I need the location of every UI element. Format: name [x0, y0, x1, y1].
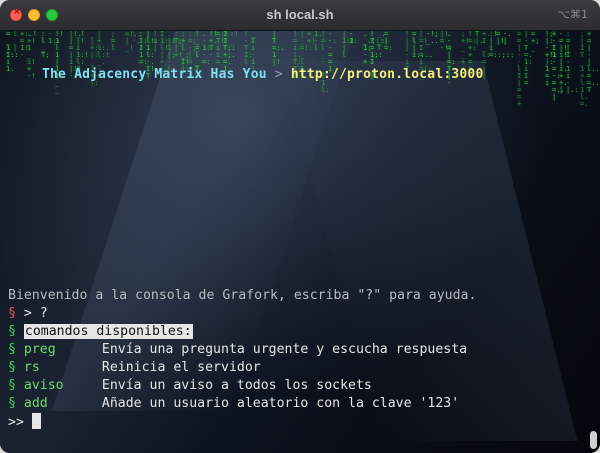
- matrix-rain-column: .-1:-=:: [202, 31, 211, 66]
- matrix-rain-column: ;=l: [111, 31, 116, 52]
- matrix-rain-column: =:!T!!ii=: [216, 31, 229, 66]
- matrix-rain-column: ==|--lI|==+: [517, 31, 522, 108]
- matrix-rain-column: =l|i::..: [412, 31, 434, 59]
- matrix-rain-column: !i|: [153, 31, 158, 52]
- banner-title: The Adjacency Matrix Has You: [42, 67, 267, 82]
- command-description: Añade un usuario aleatorio con la clave …: [101, 396, 460, 411]
- matrix-rain-column: +:.!=1!-: [20, 31, 37, 59]
- active-prompt: >>: [8, 415, 24, 430]
- command-name: rs: [23, 360, 40, 375]
- command-row: § rs Reinicia el servidor: [8, 359, 476, 377]
- matrix-rain-column: .+!1_i!+-!: [27, 31, 36, 80]
- commands-header-line: § comandos disponibles:: [8, 323, 476, 341]
- matrix-rain-column: :T;|+!: [174, 31, 183, 59]
- matrix-rain-column: |T=:.1|!: [272, 31, 285, 66]
- title-bar[interactable]: × sh local.sh ⌥⌘1: [0, 0, 600, 31]
- matrix-rain-column: l_|: [13, 31, 18, 52]
- matrix-rain-column: :!_: [230, 31, 239, 45]
- matrix-rain-column: :l_T;: [41, 31, 50, 59]
- matrix-rain-column: -1:: [349, 31, 358, 45]
- command-name: add: [23, 396, 48, 411]
- output-marker: §: [8, 342, 16, 357]
- matrix-rain-column: -1::: [48, 31, 61, 45]
- matrix-rain-column: +=|-|l..==..T: [587, 31, 600, 94]
- command-name: aviso: [23, 378, 64, 393]
- matrix-rain-column: :-.: [132, 31, 141, 45]
- scrollbar[interactable]: [590, 431, 597, 449]
- matrix-rain-column: ++!: [307, 31, 316, 45]
- command-description: Reinicia el servidor: [101, 360, 261, 375]
- matrix-rain-column: |1:!|l: [342, 31, 355, 59]
- banner-separator: >: [266, 67, 291, 82]
- matrix-rain-column: -!;_..: [426, 31, 439, 45]
- matrix-rain-column: +-I1-=-:==..|: [552, 31, 565, 101]
- matrix-rain-column: |-T=.1:iI=: [524, 31, 533, 87]
- matrix-rain-art: =_1I::i1. l_| +:.!=1!- .+!1_i!+-!:l_T; -1::!…: [0, 31, 600, 141]
- matrix-rain-column: !!+.T-: [209, 31, 218, 59]
- banner-url[interactable]: http://proton.local:3000: [291, 67, 484, 82]
- matrix-rain-column: =+;_: [531, 31, 540, 52]
- input-echo-line: § > ?: [8, 305, 476, 323]
- input-echo: > ?: [23, 306, 48, 321]
- matrix-rain-column: |!=-!:: [440, 31, 453, 52]
- command-row: § preg Envía una pregunta urgente y escuc…: [8, 341, 476, 359]
- matrix-rain-column: !!1l1|11__: [55, 31, 64, 94]
- command-row: § aviso Envía un aviso a todos los socket…: [8, 377, 476, 395]
- window-title: sh local.sh: [266, 7, 334, 22]
- matrix-rain-column: ._.;:::1;-+: [363, 31, 389, 66]
- output-marker: §: [8, 396, 16, 411]
- matrix-rain-column: =_1I::i1.: [6, 31, 19, 73]
- matrix-rain-column: -=|!i!|i.++.|: [559, 31, 568, 94]
- commands-header: comandos disponibles:: [23, 324, 193, 339]
- matrix-rain-column: !-TI:l: [244, 31, 253, 66]
- matrix-rain-column: :!|i=::;::: [489, 31, 515, 59]
- matrix-rain-column: =|=:: [384, 31, 393, 52]
- output-marker: §: [8, 324, 16, 339]
- command-name: preg: [23, 342, 56, 357]
- matrix-rain-column: =!.:|_!: [125, 31, 142, 52]
- matrix-rain-column: !=l_-_T1l:: [321, 31, 330, 94]
- welcome-text: Bienvenido a la consola de Grafork, escr…: [8, 288, 477, 303]
- command-row: § add Añade un usuario aleatorio con la c…: [8, 395, 476, 413]
- matrix-rain-column: :=|I-1i-|.:: [566, 31, 579, 94]
- matrix-rain-column: -.|: [503, 31, 512, 45]
- command-description: Envía un aviso a todos los sockets: [101, 378, 372, 393]
- matrix-rain-column: ;|1T_1+l1l.=.: [580, 31, 589, 108]
- prompt-marker: §: [8, 306, 16, 321]
- matrix-rain-column: 1.-l: [314, 31, 323, 52]
- output-marker: §: [8, 378, 16, 393]
- text-cursor[interactable]: [31, 413, 41, 429]
- terminal-area[interactable]: =_1I::i1. l_| +:.!=1!- .+!1_i!+-!:l_T; -1::!…: [0, 31, 600, 453]
- output-marker: §: [8, 360, 16, 375]
- matrix-rain-column: T|.: [475, 31, 484, 45]
- console-output: Bienvenido a la consola de Grafork, escr…: [8, 287, 476, 431]
- active-prompt-line[interactable]: >>: [8, 413, 476, 431]
- welcome-line: Bienvenido a la consola de Grafork, escr…: [8, 287, 476, 305]
- matrix-rain-column: !;|:-+!:|:1=i: [545, 31, 558, 87]
- banner: The Adjacency Matrix Has You > http://pr…: [42, 67, 483, 82]
- matrix-rain-column: _._:T: [377, 31, 386, 52]
- terminal-window: × sh local.sh ⌥⌘1 =_1I::i1. l_| +:.!=1!- .+…: [0, 0, 600, 453]
- matrix-rain-column: =|!: [496, 31, 505, 45]
- matrix-rain-column: ;I:I1=:: [139, 31, 148, 66]
- command-description: Envía una pregunta urgente y escucha res…: [101, 342, 468, 357]
- window-shortcut: ⌥⌘1: [557, 8, 588, 21]
